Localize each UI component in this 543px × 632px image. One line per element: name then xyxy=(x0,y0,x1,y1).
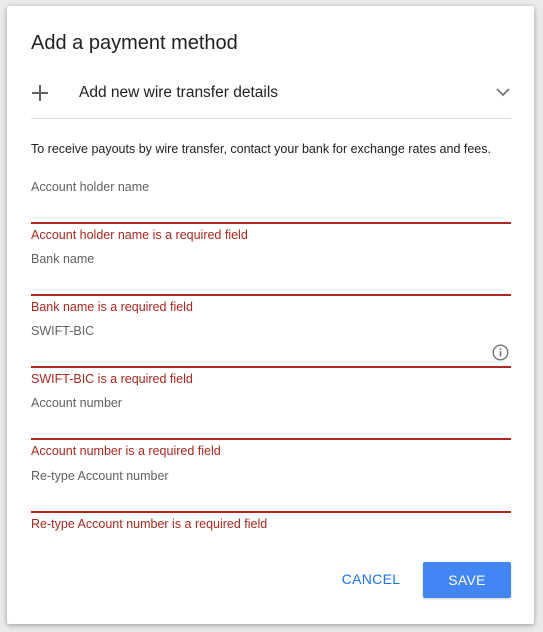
account-number-field: Account number Account number is a requi… xyxy=(31,396,511,468)
retype-account-number-input[interactable] xyxy=(31,485,511,507)
bank-name-field: Bank name Bank name is a required field xyxy=(31,252,511,324)
chevron-down-icon[interactable] xyxy=(495,86,511,98)
field-label: Bank name xyxy=(31,252,95,266)
wire-transfer-label: Add new wire transfer details xyxy=(79,84,279,101)
field-underline xyxy=(31,222,511,224)
plus-icon xyxy=(32,85,48,101)
account-number-input[interactable] xyxy=(31,412,511,434)
field-label: SWIFT-BIC xyxy=(31,324,95,338)
field-error: SWIFT-BIC is a required field xyxy=(31,372,193,386)
field-underline xyxy=(31,294,511,296)
field-error: Bank name is a required field xyxy=(31,300,193,314)
payment-method-dialog: Add a payment method Add new wire transf… xyxy=(7,6,534,624)
info-icon[interactable] xyxy=(492,344,509,361)
account-holder-name-input[interactable] xyxy=(31,196,511,218)
field-label: Re-type Account number xyxy=(31,469,169,483)
swift-bic-field: SWIFT-BIC SWIFT-BIC is a required field xyxy=(31,324,511,396)
field-error: Account number is a required field xyxy=(31,444,221,458)
save-button[interactable]: SAVE xyxy=(423,562,511,598)
field-underline xyxy=(31,366,511,368)
field-error: Account holder name is a required field xyxy=(31,228,248,242)
add-wire-transfer-row[interactable]: Add new wire transfer details xyxy=(31,74,511,114)
field-underline xyxy=(31,438,511,440)
divider xyxy=(31,118,511,119)
field-label: Account holder name xyxy=(31,180,150,194)
field-error: Re-type Account number is a required fie… xyxy=(31,517,268,531)
wire-transfer-info: To receive payouts by wire transfer, con… xyxy=(31,142,491,156)
field-label: Account number xyxy=(31,396,123,410)
cancel-button[interactable]: CANCEL xyxy=(331,561,411,597)
swift-bic-input[interactable] xyxy=(31,340,481,362)
retype-account-number-field: Re-type Account number Re-type Account n… xyxy=(31,469,511,541)
account-holder-name-field: Account holder name Account holder name … xyxy=(31,180,511,252)
bank-name-input[interactable] xyxy=(31,268,511,290)
dialog-title: Add a payment method xyxy=(31,32,238,54)
field-underline xyxy=(31,511,511,513)
